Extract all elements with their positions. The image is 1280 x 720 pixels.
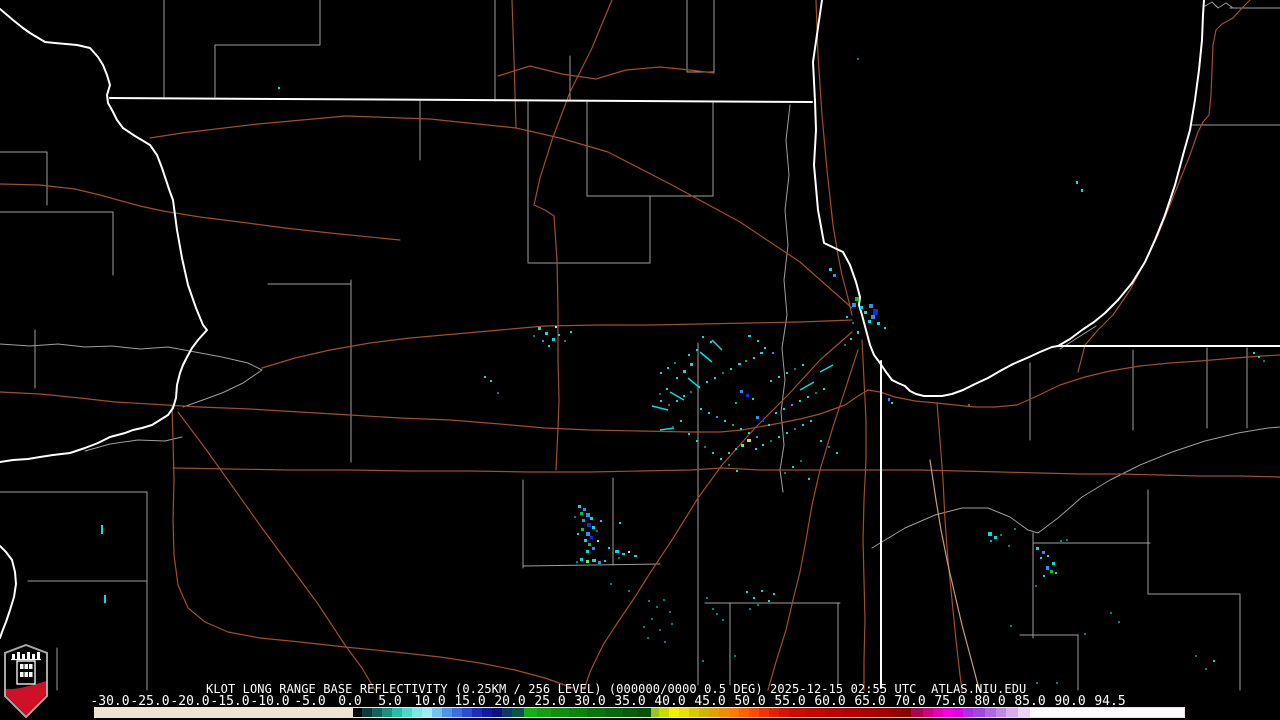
colorbar-segment — [659, 708, 669, 717]
colorbar-segment — [472, 708, 482, 717]
colorbar-segment — [551, 708, 569, 717]
colorbar-segment — [362, 708, 372, 717]
colorbar-segment — [1006, 708, 1018, 717]
colorbar-segment — [587, 708, 605, 717]
colorbar-segment — [825, 708, 843, 717]
colorbar-segment — [807, 708, 825, 717]
colorbar-segment — [422, 708, 432, 717]
colorbar-segment — [679, 708, 689, 717]
colorbar-segment — [689, 708, 699, 717]
radar-screen: KLOT LONG RANGE BASE REFLECTIVITY (0.25K… — [0, 0, 1280, 720]
colorbar-segment — [537, 708, 551, 717]
colorbar-segment — [861, 708, 876, 717]
colorbar-segment — [569, 708, 587, 717]
niu-logo — [4, 644, 48, 718]
colorbar-segment — [452, 708, 462, 717]
colorbar-segment — [699, 708, 709, 717]
colorbar-segment — [605, 708, 623, 717]
colorbar-segment — [876, 708, 891, 717]
colorbar-segment — [524, 708, 537, 717]
colorbar-segment — [996, 708, 1006, 717]
colorbar-segment — [933, 708, 943, 717]
colorbar-segment — [769, 708, 779, 717]
colorbar-segment — [1030, 708, 1184, 717]
colorbar-segment — [382, 708, 392, 717]
colorbar-segment — [963, 708, 973, 717]
colorbar-segment — [749, 708, 759, 717]
colorbar-segment — [502, 708, 512, 717]
colorbar-segment — [669, 708, 679, 717]
colorbar-segment — [891, 708, 901, 717]
colorbar-segment — [985, 708, 996, 717]
colorbar-segment — [709, 708, 719, 717]
colorbar-segment — [759, 708, 769, 717]
colorbar-segment — [637, 708, 651, 717]
colorbar-segment — [739, 708, 749, 717]
colorbar-segment — [402, 708, 412, 717]
colorbar-segment — [372, 708, 382, 717]
colorbar-segment — [1018, 708, 1030, 717]
colorbar-segment — [492, 708, 502, 717]
colorbar-segment — [95, 708, 353, 717]
colorbar-segment — [843, 708, 861, 717]
colorbar-segment — [923, 708, 933, 717]
colorbar-segment — [412, 708, 422, 717]
colorbar-segment — [973, 708, 985, 717]
colorbar-segment — [719, 708, 729, 717]
colorbar-segment — [953, 708, 963, 717]
colorbar-segment — [943, 708, 953, 717]
colorbar-segment — [651, 708, 659, 717]
colorbar-segment — [462, 708, 472, 717]
legend-bar: KLOT LONG RANGE BASE REFLECTIVITY (0.25K… — [0, 680, 1280, 720]
colorbar-segment — [482, 708, 492, 717]
colorbar-segment — [779, 708, 789, 717]
colorbar-segment — [512, 708, 524, 717]
colorbar-segment — [392, 708, 402, 717]
colorbar-segment — [353, 708, 362, 717]
colorbar-segment — [432, 708, 442, 717]
colorbar-segment — [442, 708, 452, 717]
colorbar-segment — [901, 708, 911, 717]
colorbar-segment — [911, 708, 923, 717]
colorbar-segment — [789, 708, 807, 717]
radar-map — [0, 0, 1280, 692]
reflectivity-colorbar — [94, 707, 1185, 718]
colorbar-segment — [623, 708, 637, 717]
colorbar-segment — [729, 708, 739, 717]
